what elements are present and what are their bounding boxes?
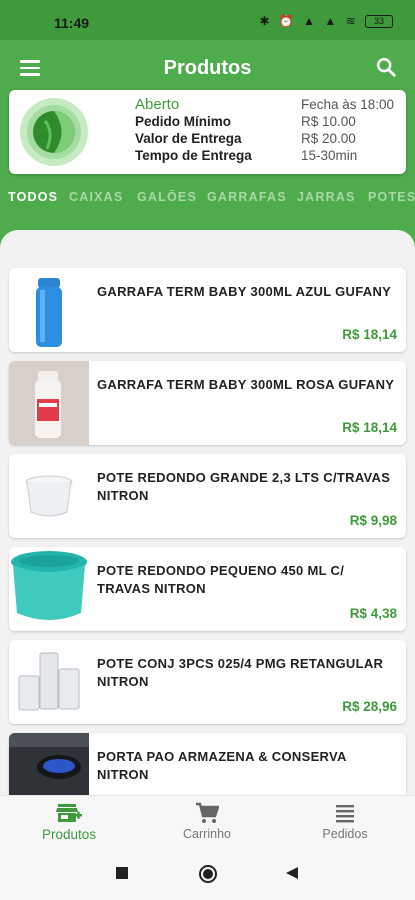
product-image — [9, 547, 89, 631]
product-card[interactable]: PORTA PAO ARMAZENA & CONSERVA NITRON — [9, 733, 406, 795]
min-order-label: Pedido Mínimo — [135, 114, 231, 129]
search-icon[interactable] — [375, 56, 397, 78]
status-time: 11:49 — [54, 15, 90, 31]
status-indicator-icons: ✱ ⏰ ▲ ▲ ≋ — [259, 14, 359, 28]
product-price: R$ 28,96 — [342, 699, 397, 714]
product-price: R$ 4,38 — [349, 606, 397, 621]
store-info-card: Aberto Pedido Mínimo Valor de Entrega Te… — [9, 90, 406, 174]
product-image — [9, 454, 89, 538]
back-icon[interactable] — [285, 866, 299, 880]
list-icon — [336, 805, 354, 823]
home-icon[interactable] — [198, 864, 218, 884]
tab-jarras[interactable]: JARRAS — [297, 190, 356, 204]
product-price: R$ 9,98 — [349, 513, 397, 528]
product-name: POTE REDONDO PEQUENO 450 ML C/ TRAVAS NI… — [97, 563, 345, 596]
cart-icon — [196, 802, 219, 823]
product-name: GARRAFA TERM BABY 300ML ROSA GUFANY — [97, 377, 395, 392]
product-name: POTE CONJ 3PCS 025/4 PMG RETANGULAR NITR… — [97, 656, 384, 689]
product-image — [9, 733, 89, 795]
delivery-time-value: 15-30min — [301, 148, 358, 163]
nav-pedidos[interactable]: Pedidos — [290, 802, 400, 841]
product-list[interactable]: GARRAFA TERM BABY 300ML AZUL GUFANY R$ 1… — [0, 230, 415, 795]
tab-todos[interactable]: TODOS — [8, 190, 58, 204]
store-info-values: Fecha às 18:00 R$ 10.00 R$ 20.00 15-30mi… — [301, 96, 394, 164]
product-card[interactable]: POTE REDONDO PEQUENO 450 ML C/ TRAVAS NI… — [9, 547, 406, 631]
nav-carrinho[interactable]: Carrinho — [152, 802, 262, 841]
product-price: R$ 18,14 — [342, 420, 397, 435]
product-name: POTE REDONDO GRANDE 2,3 LTS C/TRAVAS NIT… — [97, 470, 391, 503]
product-card[interactable]: GARRAFA TERM BABY 300ML ROSA GUFANY R$ 1… — [9, 361, 406, 445]
product-image — [9, 268, 89, 352]
recents-icon[interactable] — [115, 866, 129, 880]
product-name: PORTA PAO ARMAZENA & CONSERVA NITRON — [97, 749, 347, 782]
store-info-labels: Aberto Pedido Mínimo Valor de Entrega Te… — [135, 96, 252, 164]
nav-produtos-label: Produtos — [41, 827, 97, 842]
delivery-fee-label: Valor de Entrega — [135, 131, 242, 146]
tab-potes[interactable]: POTES — [368, 190, 415, 204]
status-bar: 11:49 ✱ ⏰ ▲ ▲ ≋ 33 — [0, 0, 415, 40]
store-logo — [20, 98, 88, 166]
product-price: R$ 18,14 — [342, 327, 397, 342]
product-card[interactable]: POTE CONJ 3PCS 025/4 PMG RETANGULAR NITR… — [9, 640, 406, 724]
delivery-time-label: Tempo de Entrega — [135, 148, 252, 163]
tab-caixas[interactable]: CAIXAS — [69, 190, 123, 204]
app-bar: Produtos — [0, 40, 415, 92]
status-icons: ✱ ⏰ ▲ ▲ ≋ 33 — [259, 14, 393, 29]
category-tabs: TODOS CAIXAS GALÕES GARRAFAS JARRAS POTE… — [0, 190, 415, 206]
nav-pedidos-label: Pedidos — [322, 827, 368, 841]
tab-garrafas[interactable]: GARRAFAS — [207, 190, 287, 204]
min-order-value: R$ 10.00 — [301, 114, 356, 129]
store-status: Aberto — [135, 96, 180, 113]
nav-produtos[interactable]: Produtos — [14, 802, 124, 842]
product-image — [9, 361, 89, 445]
battery-icon: 33 — [365, 15, 393, 29]
system-navigation-bar — [0, 850, 415, 900]
store-icon — [56, 804, 82, 822]
product-card[interactable]: GARRAFA TERM BABY 300ML AZUL GUFANY R$ 1… — [9, 268, 406, 352]
tab-galoes[interactable]: GALÕES — [137, 190, 197, 204]
closing-time: Fecha às 18:00 — [301, 97, 395, 112]
product-name: GARRAFA TERM BABY 300ML AZUL GUFANY — [97, 284, 392, 299]
page-title: Produtos — [163, 57, 252, 79]
bottom-navigation: Produtos Carrinho Pedidos — [0, 795, 415, 850]
product-image — [9, 640, 89, 724]
delivery-fee-value: R$ 20.00 — [301, 131, 356, 146]
nav-carrinho-label: Carrinho — [183, 827, 231, 841]
product-card[interactable]: POTE REDONDO GRANDE 2,3 LTS C/TRAVAS NIT… — [9, 454, 406, 538]
